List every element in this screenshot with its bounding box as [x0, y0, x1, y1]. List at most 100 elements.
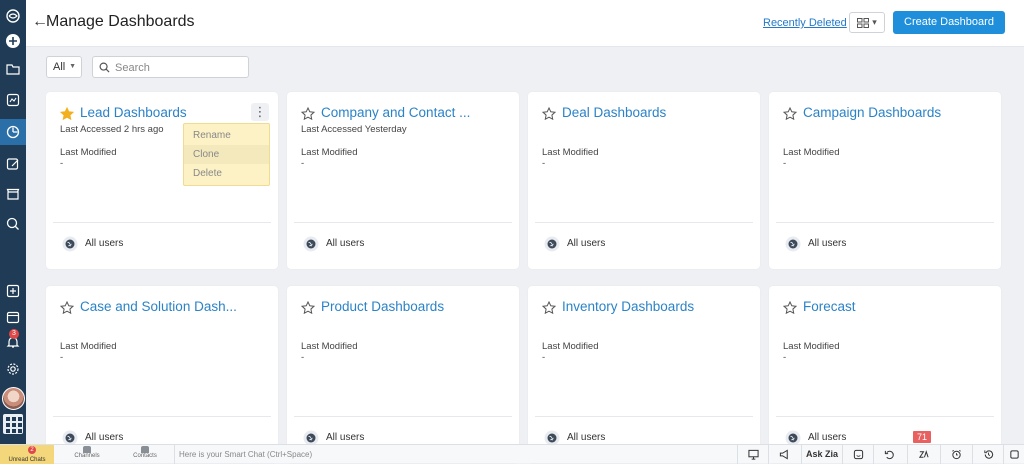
last-modified-label: Last Modified: [60, 341, 117, 352]
last-modified-value: -: [301, 158, 305, 169]
channels-icon: [83, 446, 91, 453]
undo-arrow-icon[interactable]: [873, 445, 904, 464]
history-icon[interactable]: [972, 445, 1003, 464]
card-divider: [294, 416, 512, 417]
dashboard-card[interactable]: Campaign Dashboards Last Modified - All use…: [769, 92, 1001, 269]
star-outline-icon[interactable]: [783, 301, 797, 315]
left-sidebar: 3: [0, 0, 26, 444]
user-avatar[interactable]: [2, 387, 25, 410]
card-divider: [535, 222, 753, 223]
menu-item-rename[interactable]: Rename: [184, 126, 269, 145]
dashboard-card[interactable]: Forecast Last Modified - All users: [769, 286, 1001, 463]
card-title[interactable]: Forecast: [803, 299, 856, 314]
filter-select[interactable]: All ▼: [46, 56, 82, 78]
star-outline-icon[interactable]: [542, 301, 556, 315]
feedback-icon[interactable]: [842, 445, 873, 464]
shared-with-label: All users: [808, 238, 847, 249]
last-modified-value: -: [542, 158, 546, 169]
channels-label: Channels: [74, 453, 100, 459]
card-title[interactable]: Product Dashboards: [321, 299, 444, 314]
star-outline-icon[interactable]: [301, 301, 315, 315]
card-divider: [53, 416, 271, 417]
shared-with-label: All users: [85, 432, 124, 443]
menu-item-clone[interactable]: Clone: [184, 145, 269, 164]
last-modified-label: Last Modified: [542, 147, 599, 158]
calendar-icon[interactable]: [4, 308, 22, 326]
shared-with-label: All users: [567, 432, 606, 443]
star-outline-icon[interactable]: [301, 107, 315, 121]
last-modified-label: Last Modified: [783, 147, 840, 158]
favorite-star-icon[interactable]: [60, 107, 74, 121]
smart-chat-input[interactable]: Here is your Smart Chat (Ctrl+Space): [174, 445, 312, 464]
contacts-button[interactable]: Contacts: [128, 445, 162, 464]
dashboard-card[interactable]: Inventory Dashboards Last Modified - All us…: [528, 286, 760, 463]
contacts-label: Contacts: [133, 453, 157, 459]
unread-chats-button[interactable]: 2 Unread Chats: [0, 445, 54, 464]
dashboard-card[interactable]: Product Dashboards Last Modified - All user…: [287, 286, 519, 463]
dashboard-card[interactable]: Deal Dashboards Last Modified - All users: [528, 92, 760, 269]
card-title[interactable]: Inventory Dashboards: [562, 299, 694, 314]
last-accessed: Last Accessed 2 hrs ago: [60, 124, 164, 135]
search-module-icon[interactable]: [4, 215, 22, 233]
card-divider: [294, 222, 512, 223]
reports-icon[interactable]: [4, 91, 22, 109]
notification-badge: 3: [9, 329, 19, 339]
app-logo-icon[interactable]: [4, 7, 22, 25]
shared-with-label: All users: [808, 432, 847, 443]
globe-icon: [785, 236, 801, 252]
last-modified-value: -: [301, 352, 305, 363]
ask-zia-button[interactable]: Ask Zia: [801, 445, 842, 464]
create-plus-icon[interactable]: [4, 32, 22, 50]
dashboard-card[interactable]: Case and Solution Dash... Last Modified - A…: [46, 286, 278, 463]
settings-gear-icon[interactable]: [4, 360, 22, 378]
menu-item-delete[interactable]: Delete: [184, 164, 269, 183]
notes-icon[interactable]: [4, 155, 22, 173]
last-modified-value: -: [783, 158, 787, 169]
card-divider: [776, 416, 994, 417]
card-title[interactable]: Case and Solution Dash...: [80, 299, 237, 314]
shared-with-label: All users: [326, 432, 365, 443]
last-modified-label: Last Modified: [301, 147, 358, 158]
announcement-icon[interactable]: [768, 445, 799, 464]
grid-view-icon: [857, 17, 870, 28]
card-title[interactable]: Deal Dashboards: [562, 105, 666, 120]
star-outline-icon[interactable]: [542, 107, 556, 121]
back-arrow-icon[interactable]: ←: [32, 14, 48, 30]
card-divider: [776, 222, 994, 223]
apps-grid-icon[interactable]: [3, 414, 23, 434]
more-vertical-icon[interactable]: ⋮: [251, 103, 269, 121]
globe-icon: [303, 236, 319, 252]
alarm-clock-icon[interactable]: [940, 445, 971, 464]
search-box[interactable]: [92, 56, 249, 78]
last-modified-label: Last Modified: [542, 341, 599, 352]
zia-assistant-icon[interactable]: [907, 445, 938, 464]
chevron-down-icon: ▼: [69, 63, 76, 70]
globe-icon: [62, 236, 78, 252]
dashboards-icon[interactable]: [0, 119, 26, 145]
card-title[interactable]: Campaign Dashboards: [803, 105, 941, 120]
add-task-icon[interactable]: [4, 282, 22, 300]
more-options-icon[interactable]: [1003, 445, 1024, 464]
last-modified-label: Last Modified: [301, 341, 358, 352]
unread-chats-badge: 2: [28, 446, 36, 454]
view-toggle-button[interactable]: ▾: [849, 12, 885, 33]
last-modified-label: Last Modified: [783, 341, 840, 352]
card-title[interactable]: Company and Contact ...: [321, 105, 470, 120]
create-dashboard-button[interactable]: Create Dashboard: [893, 11, 1005, 34]
channels-button[interactable]: Channels: [70, 445, 104, 464]
store-icon[interactable]: [4, 185, 22, 203]
chevron-down-icon: ▾: [872, 17, 877, 27]
card-title[interactable]: Lead Dashboards: [80, 105, 187, 120]
last-modified-value: -: [783, 352, 787, 363]
shared-with-label: All users: [567, 238, 606, 249]
recently-deleted-link[interactable]: Recently Deleted: [763, 17, 847, 29]
contacts-icon: [141, 446, 149, 453]
screen-share-icon[interactable]: [737, 445, 768, 464]
folder-icon[interactable]: [4, 60, 22, 78]
dashboard-card[interactable]: Company and Contact ... Last Accessed Yes…: [287, 92, 519, 269]
count-badge: 71: [913, 431, 931, 443]
star-outline-icon[interactable]: [60, 301, 74, 315]
star-outline-icon[interactable]: [783, 107, 797, 121]
globe-icon: [544, 236, 560, 252]
search-input[interactable]: [113, 59, 247, 77]
